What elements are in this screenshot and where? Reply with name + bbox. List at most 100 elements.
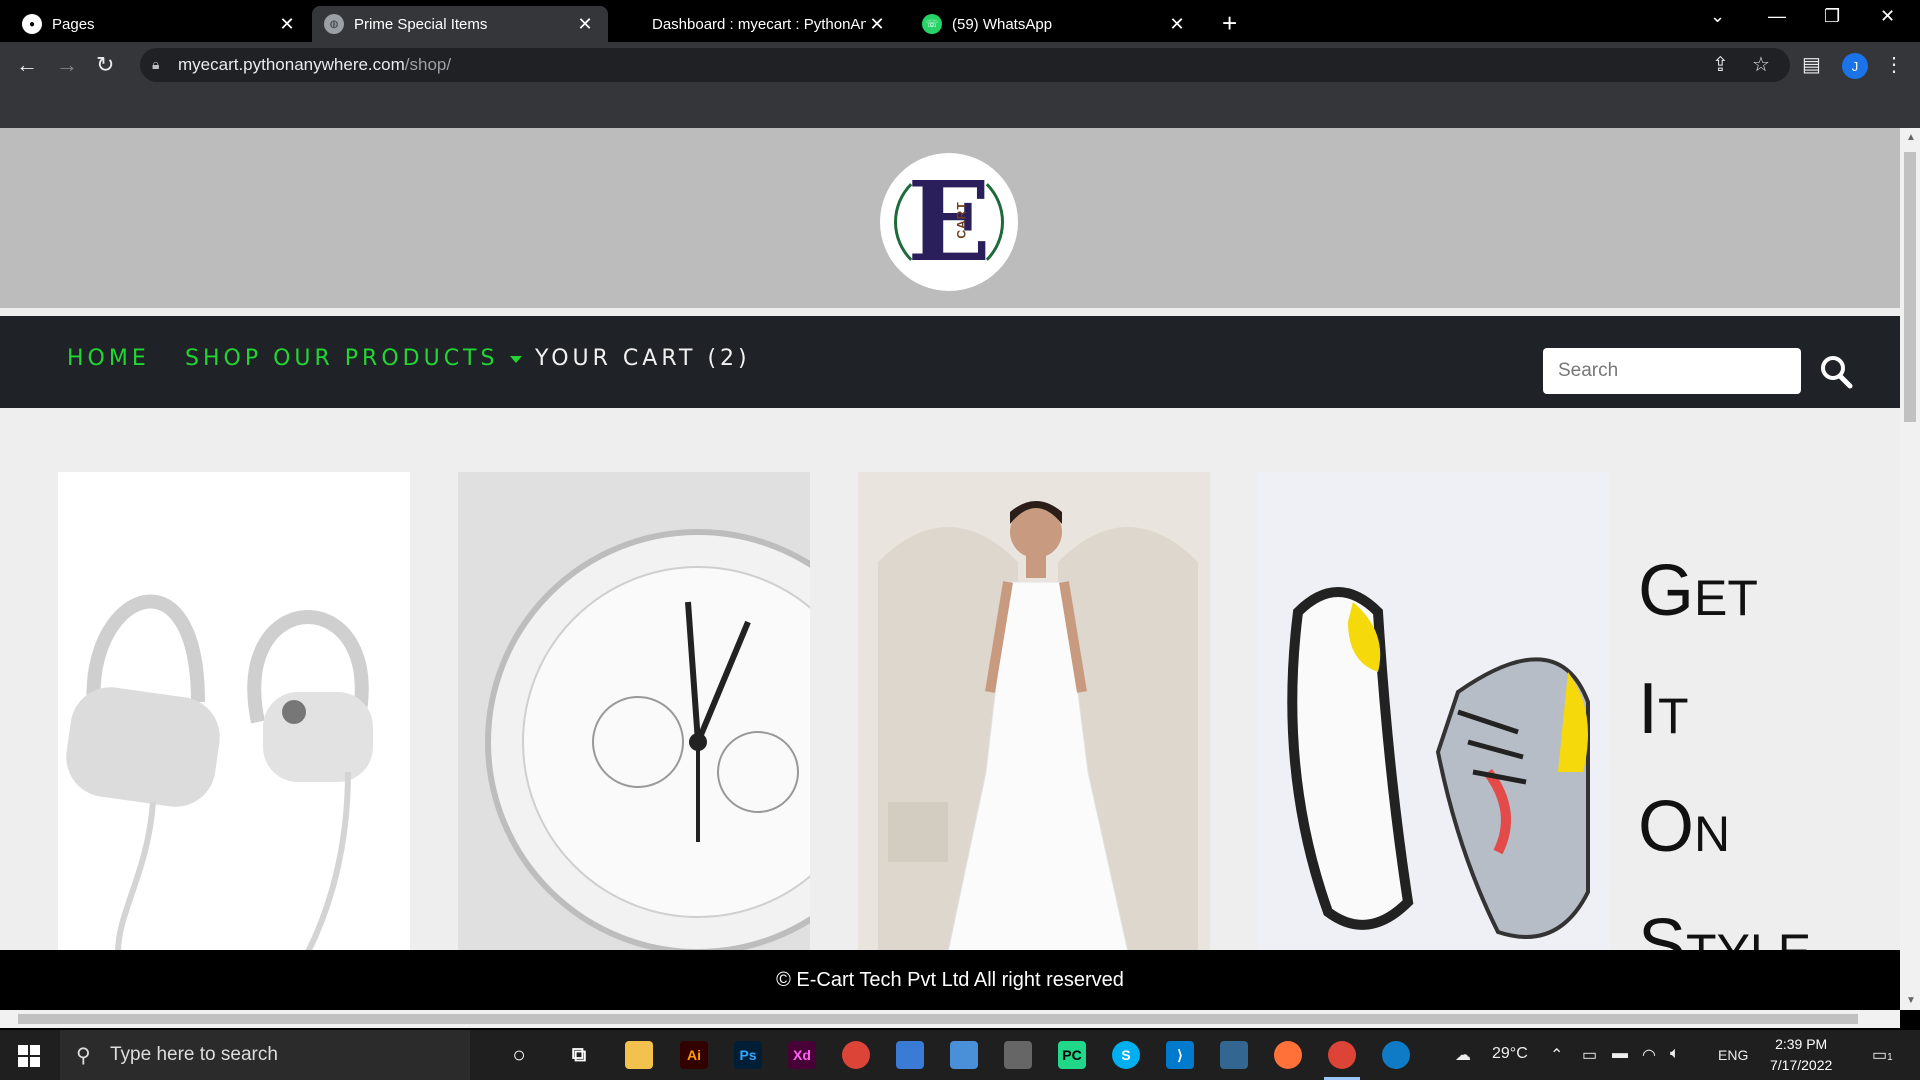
back-arrow-icon[interactable]: ← bbox=[16, 52, 38, 78]
product-card-earphones[interactable] bbox=[58, 472, 410, 952]
product-card-sneakers[interactable] bbox=[1258, 472, 1610, 952]
meet-now-icon[interactable]: ▭ bbox=[1582, 1045, 1597, 1065]
dress-image bbox=[858, 472, 1210, 952]
notification-icon[interactable]: ▭1 bbox=[1872, 1045, 1893, 1065]
product-card-watch[interactable] bbox=[458, 472, 810, 952]
bookmark-star-icon[interactable]: ☆ bbox=[1752, 52, 1770, 77]
url-host: myecart.pythonanywhere.com bbox=[178, 55, 405, 74]
clock-date: 7/17/2022 bbox=[1770, 1057, 1833, 1073]
taskbar-search-box[interactable]: ⚲ Type here to search bbox=[60, 1030, 470, 1080]
promo-line: Get bbox=[1638, 551, 1758, 631]
printer-icon[interactable] bbox=[1004, 1041, 1032, 1069]
profile-avatar[interactable]: J bbox=[1842, 53, 1868, 79]
lock-icon: 🔒︎ bbox=[152, 56, 160, 72]
adobe-xd-icon[interactable]: Xd bbox=[788, 1041, 816, 1069]
taskbar-clock[interactable]: 2:39 PM 7/17/2022 bbox=[1770, 1034, 1832, 1076]
promo-text: Get It On Style bbox=[1638, 532, 1811, 1004]
illustrator-icon[interactable]: Ai bbox=[680, 1041, 708, 1069]
restore-button[interactable]: ❐ bbox=[1824, 6, 1840, 27]
sneakers-image bbox=[1258, 472, 1610, 952]
nav-shop-label: SHOP OUR PRODUCTS bbox=[185, 346, 499, 371]
reading-list-icon[interactable]: ▤ bbox=[1802, 52, 1821, 77]
search-icon: ⚲ bbox=[76, 1045, 91, 1067]
tab-title: Pages bbox=[52, 15, 95, 33]
pycharm-icon[interactable]: PC bbox=[1058, 1041, 1086, 1069]
close-window-button[interactable]: ✕ bbox=[1880, 6, 1895, 27]
search-input[interactable] bbox=[1543, 348, 1801, 394]
menu-dots-icon[interactable]: ⋮ bbox=[1884, 52, 1904, 77]
globe-icon: ◍ bbox=[324, 14, 344, 34]
whatsapp-icon: ☏ bbox=[922, 14, 942, 34]
logo-arc bbox=[894, 167, 1004, 277]
volume-icon[interactable]: 🔈︎ bbox=[1670, 1045, 1680, 1063]
url-path: /shop/ bbox=[404, 55, 452, 74]
close-icon[interactable]: ✕ bbox=[1166, 14, 1188, 35]
app-icon[interactable] bbox=[896, 1041, 924, 1069]
promo-line: On bbox=[1638, 787, 1731, 867]
tab-title: (59) WhatsApp bbox=[952, 15, 1053, 33]
windows-taskbar: ⚲ Type here to search ○ ⧉ Ai Ps Xd PC S … bbox=[0, 1030, 1920, 1080]
weather-icon[interactable]: ☁ bbox=[1455, 1045, 1471, 1065]
tab-pages[interactable]: ● Pages ✕ bbox=[10, 6, 310, 42]
new-tab-button[interactable]: + bbox=[1222, 8, 1237, 39]
nav-your-cart[interactable]: YOUR CART (2) bbox=[535, 346, 751, 371]
notification-count: 1 bbox=[1887, 1052, 1893, 1063]
firefox-icon[interactable] bbox=[1274, 1041, 1302, 1069]
bookmarks-bar bbox=[0, 88, 1920, 128]
vertical-scrollbar[interactable]: ▲ ▼ bbox=[1900, 128, 1920, 1010]
minimize-button[interactable]: — bbox=[1768, 6, 1786, 27]
tray-expand-icon[interactable]: ⌃ bbox=[1550, 1045, 1563, 1065]
scrollbar-thumb[interactable] bbox=[1904, 152, 1916, 422]
dropdown-caret-icon bbox=[510, 355, 523, 363]
forward-arrow-icon[interactable]: → bbox=[56, 52, 78, 78]
file-explorer-icon[interactable] bbox=[625, 1041, 653, 1069]
promo-line: It bbox=[1638, 669, 1689, 749]
horizontal-scrollbar[interactable] bbox=[0, 1010, 1900, 1028]
close-icon[interactable]: ✕ bbox=[276, 14, 298, 35]
address-bar[interactable]: 🔒︎ myecart.pythonanywhere.com/shop/ bbox=[140, 48, 1790, 82]
scroll-up-icon[interactable]: ▲ bbox=[1906, 132, 1916, 143]
browser-tab-bar: ● Pages ✕ ◍ Prime Special Items ✕ Dashbo… bbox=[0, 0, 1920, 42]
share-icon[interactable]: ⇪ bbox=[1712, 52, 1729, 77]
tab-search-icon[interactable]: ⌄ bbox=[1710, 6, 1725, 27]
task-view-icon[interactable]: ⧉ bbox=[565, 1041, 593, 1069]
site-header: E CART bbox=[0, 128, 1900, 308]
site-footer: © E-Cart Tech Pvt Ltd All right reserved bbox=[0, 950, 1900, 1010]
battery-icon[interactable]: ▬ bbox=[1612, 1045, 1628, 1063]
github-icon: ● bbox=[22, 14, 42, 34]
scrollbar-thumb[interactable] bbox=[18, 1014, 1858, 1024]
document-editor-icon[interactable] bbox=[950, 1041, 978, 1069]
product-card-dress[interactable] bbox=[858, 472, 1210, 952]
reload-icon[interactable]: ↻ bbox=[96, 52, 114, 78]
skype-icon[interactable]: S bbox=[1112, 1041, 1140, 1069]
photoshop-icon[interactable]: Ps bbox=[734, 1041, 762, 1069]
browser-toolbar: ← → ↻ 🔒︎ myecart.pythonanywhere.com/shop… bbox=[0, 42, 1920, 88]
weather-temp[interactable]: 29°C bbox=[1492, 1045, 1528, 1063]
watch-image bbox=[458, 472, 810, 952]
postgresql-icon[interactable] bbox=[1220, 1041, 1248, 1069]
earphones-image bbox=[58, 472, 410, 952]
chrome-icon[interactable] bbox=[842, 1041, 870, 1069]
windows-start-icon[interactable] bbox=[18, 1045, 40, 1067]
nav-shop-products[interactable]: SHOP OUR PRODUCTS bbox=[185, 346, 523, 371]
nav-home[interactable]: HOME bbox=[67, 346, 150, 371]
logo-sub: CART bbox=[954, 201, 969, 239]
wifi-icon[interactable]: ◠ bbox=[1642, 1045, 1656, 1065]
clock-time: 2:39 PM bbox=[1775, 1036, 1828, 1052]
language-indicator[interactable]: ENG bbox=[1718, 1047, 1748, 1063]
chrome-active-icon[interactable] bbox=[1328, 1041, 1356, 1069]
product-grid: Get It On Style bbox=[0, 472, 1900, 985]
scroll-down-icon[interactable]: ▼ bbox=[1906, 995, 1916, 1006]
taskbar-search-placeholder: Type here to search bbox=[110, 1044, 278, 1065]
close-icon[interactable]: ✕ bbox=[574, 14, 596, 35]
tab-whatsapp[interactable]: ☏ (59) WhatsApp ✕ bbox=[910, 6, 1200, 42]
cortana-icon[interactable]: ○ bbox=[505, 1041, 533, 1069]
site-logo[interactable]: E CART bbox=[880, 153, 1018, 291]
edge-icon[interactable] bbox=[1382, 1041, 1410, 1069]
tab-prime-special-items[interactable]: ◍ Prime Special Items ✕ bbox=[312, 6, 608, 42]
tab-dashboard[interactable]: Dashboard : myecart : PythonAnywhere ✕ bbox=[640, 6, 900, 42]
search-icon[interactable] bbox=[1818, 351, 1854, 391]
close-icon[interactable]: ✕ bbox=[866, 14, 888, 35]
tab-title: Dashboard : myecart : PythonAnywhere bbox=[652, 15, 866, 33]
vscode-icon[interactable]: ⟩ bbox=[1166, 1041, 1194, 1069]
